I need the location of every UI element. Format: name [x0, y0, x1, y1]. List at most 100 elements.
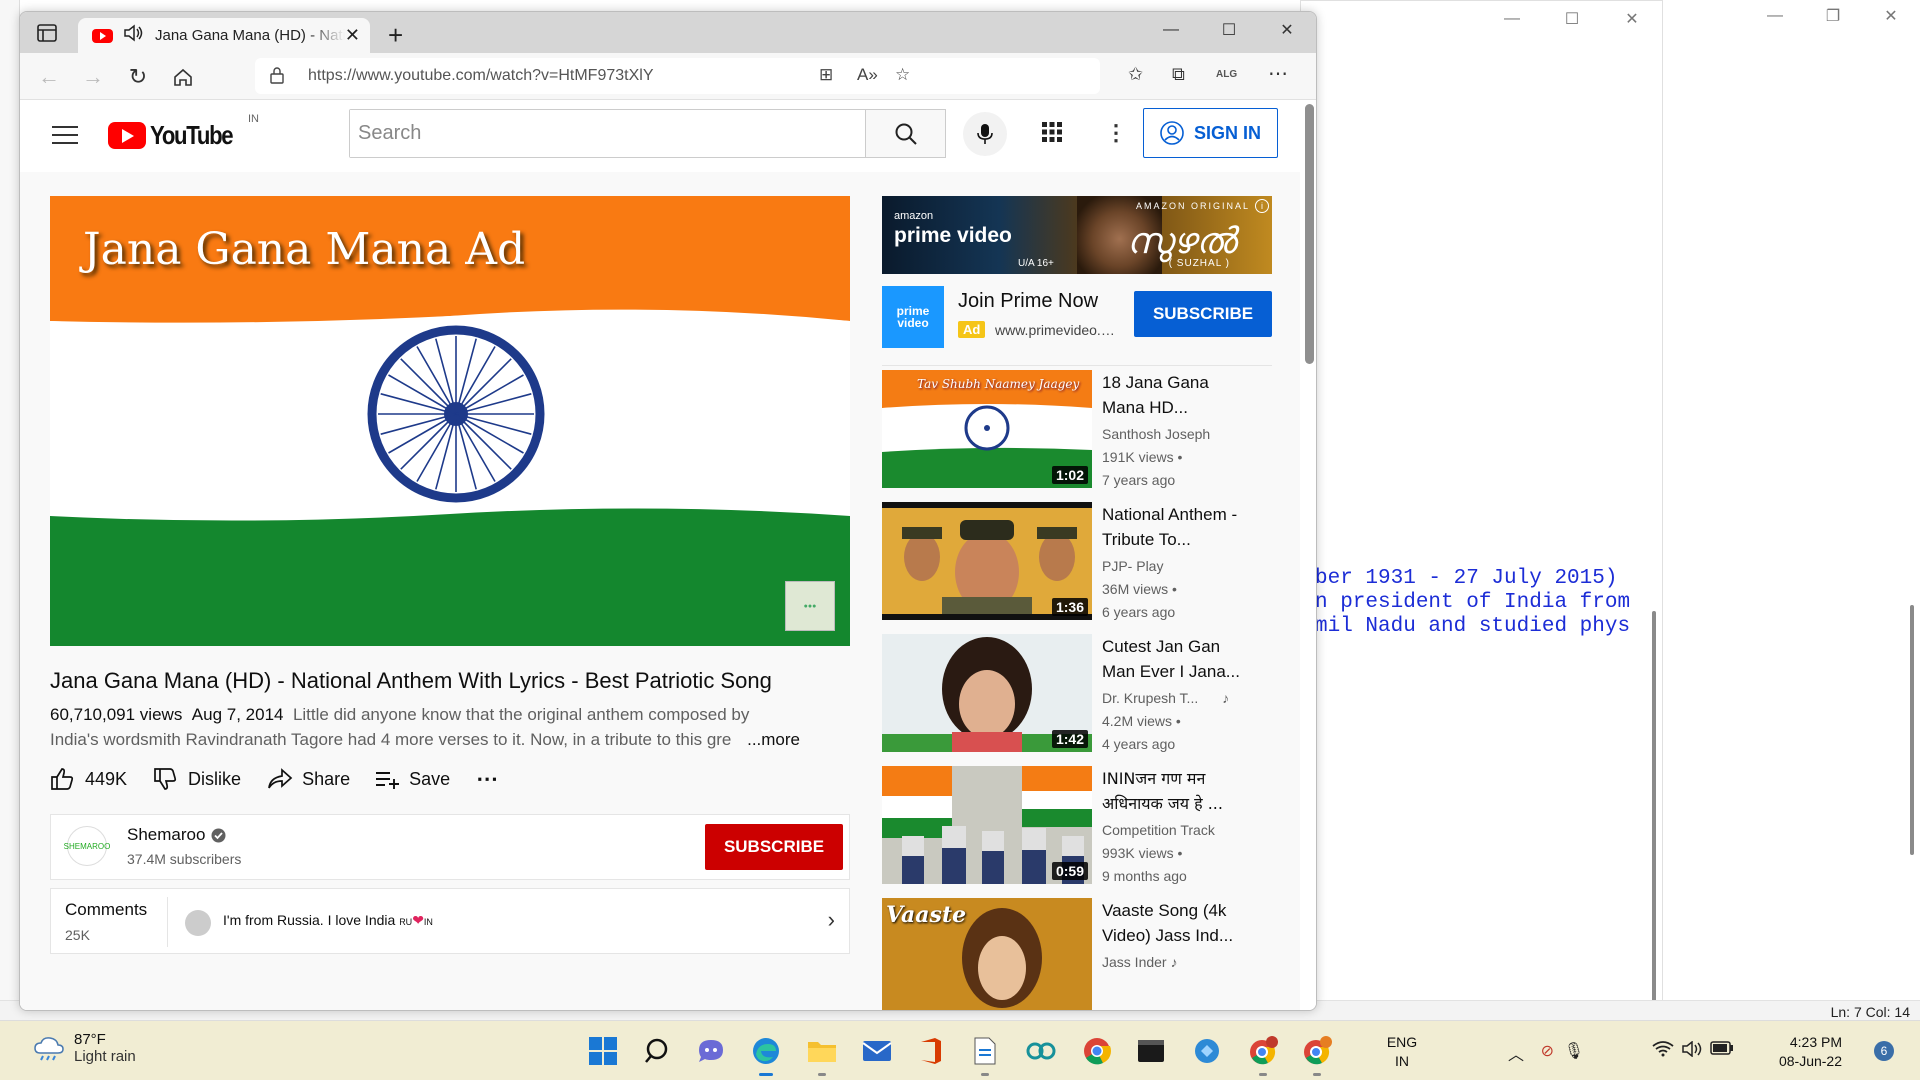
video-thumbnail[interactable]: Tav Shubh Naamey Jaagey 1:02: [882, 370, 1092, 488]
account-icon: [1160, 121, 1184, 145]
minimize-icon[interactable]: —: [1482, 1, 1542, 37]
video-thumbnail[interactable]: 1:36: [882, 502, 1092, 620]
notification-badge[interactable]: 6: [1874, 1041, 1894, 1061]
share-button[interactable]: Share: [267, 768, 350, 790]
forward-icon[interactable]: →: [80, 64, 106, 90]
close-icon[interactable]: ✕: [1602, 1, 1662, 37]
refresh-icon[interactable]: ↻: [125, 64, 151, 90]
remote-app-icon[interactable]: [1190, 1034, 1224, 1068]
more-actions-icon[interactable]: ⋯: [476, 766, 498, 792]
battery-icon[interactable]: [1710, 1041, 1734, 1060]
upload-age: 9 months ago: [1102, 868, 1187, 884]
minimize-icon[interactable]: —: [1142, 12, 1200, 48]
video-duration: 0:59: [1051, 862, 1088, 880]
arduino-icon[interactable]: [1024, 1034, 1058, 1068]
wifi-icon[interactable]: [1652, 1041, 1674, 1062]
video-duration: 1:36: [1051, 598, 1088, 616]
chat-icon[interactable]: [694, 1034, 728, 1068]
page-scrollbar[interactable]: [1305, 104, 1314, 364]
maximize-icon[interactable]: ☐: [1542, 1, 1602, 37]
file-explorer-icon[interactable]: [805, 1034, 839, 1076]
like-button[interactable]: 449K: [50, 767, 127, 791]
search-input[interactable]: [350, 110, 865, 157]
close-tab-icon[interactable]: ✕: [345, 25, 360, 46]
clock[interactable]: 4:23 PM 08-Jun-22: [1779, 1033, 1842, 1071]
office-icon[interactable]: [914, 1034, 948, 1068]
channel-avatar[interactable]: SHEMAROO: [64, 826, 110, 866]
url-field[interactable]: https://www.youtube.com/watch?v=HtMF973t…: [255, 58, 1100, 94]
collections-icon[interactable]: ⧉: [1172, 64, 1185, 85]
search-button[interactable]: [866, 109, 946, 158]
video-description[interactable]: 60,710,091 views Aug 7, 2014 Little did …: [50, 702, 820, 752]
recommended-video[interactable]: Tav Shubh Naamey Jaagey 1:02 18 Jana Gan…: [882, 370, 1282, 490]
tab-actions-icon[interactable]: [34, 21, 60, 45]
subscribe-button[interactable]: SUBSCRIBE: [705, 824, 843, 870]
close-icon[interactable]: ✕: [1258, 12, 1316, 48]
video-title: Vaaste Song (4k Video) Jass Ind...: [1102, 901, 1234, 945]
search-icon[interactable]: [640, 1034, 674, 1068]
comments-teaser[interactable]: Comments 25K I'm from Russia. I love Ind…: [50, 888, 850, 954]
chrome-profile-icon[interactable]: [1300, 1034, 1334, 1076]
video-thumbnail[interactable]: 0:59: [882, 766, 1092, 884]
promoted-ad[interactable]: prime video Join Prime Now Ad www.primev…: [882, 286, 1272, 352]
microphone-icon[interactable]: 🎙: [1564, 1041, 1584, 1061]
lock-icon[interactable]: [270, 67, 284, 89]
save-button[interactable]: Save: [376, 769, 450, 790]
app-available-icon[interactable]: ⊞: [819, 65, 833, 85]
chrome-profile-icon[interactable]: [1246, 1034, 1280, 1076]
home-icon[interactable]: [170, 64, 196, 90]
more-options-icon[interactable]: ⋮: [1105, 120, 1127, 146]
close-icon[interactable]: ✕: [1862, 0, 1920, 32]
add-favorite-icon[interactable]: ☆: [895, 65, 910, 85]
restore-icon[interactable]: ❐: [1804, 0, 1862, 32]
terminal-icon[interactable]: [1134, 1034, 1168, 1068]
recommended-video[interactable]: 0:59 ININजन गण मन अधिनायक जय हे ... Comp…: [882, 766, 1282, 886]
info-icon[interactable]: i: [1255, 199, 1269, 213]
display-ad-banner[interactable]: amazon prime video AMAZON ORIGINAL സുഴൽ (…: [882, 196, 1272, 274]
extension-icon[interactable]: ALG: [1216, 69, 1237, 80]
document-app-icon[interactable]: [968, 1034, 1002, 1076]
recommended-video[interactable]: 1:42 Cutest Jan Gan Man Ever I Jana... D…: [882, 634, 1282, 754]
menu-icon[interactable]: [52, 126, 78, 144]
read-aloud-icon[interactable]: A»: [857, 65, 878, 85]
browser-tab[interactable]: Jana Gana Mana (HD) - National Anthem Wi…: [78, 18, 370, 53]
recommended-video[interactable]: 1:36 National Anthem - Tribute To... PJP…: [882, 502, 1282, 622]
favorites-icon[interactable]: ✩: [1128, 64, 1143, 85]
youtube-logo[interactable]: YouTube IN: [108, 113, 259, 151]
maximize-icon[interactable]: ☐: [1200, 12, 1258, 48]
language-indicator[interactable]: ENG IN: [1382, 1033, 1422, 1071]
edge-browser-icon[interactable]: [749, 1034, 783, 1076]
scrollbar[interactable]: [1910, 605, 1914, 855]
start-icon[interactable]: [586, 1034, 620, 1068]
country-code: IN: [248, 113, 259, 125]
back-icon[interactable]: ←: [36, 64, 62, 90]
weather-widget[interactable]: 87°F Light rain: [34, 1031, 136, 1065]
music-note-icon: ♪: [1170, 954, 1178, 970]
video-duration: 1:02: [1051, 466, 1088, 484]
dislike-button[interactable]: Dislike: [153, 767, 241, 791]
video-thumbnail[interactable]: Vaaste: [882, 898, 1092, 1010]
promo-subscribe-button[interactable]: SUBSCRIBE: [1134, 291, 1272, 337]
channel-name-row[interactable]: Shemaroo: [127, 825, 226, 845]
scrollbar[interactable]: [1652, 611, 1656, 1006]
chevron-right-icon[interactable]: ›: [828, 907, 835, 933]
settings-more-icon[interactable]: ⋯: [1268, 61, 1288, 86]
mail-icon[interactable]: [860, 1034, 894, 1068]
search-box[interactable]: [349, 109, 866, 158]
video-player[interactable]: Jana Gana Mana Ad ●●●: [50, 196, 850, 646]
show-more-link[interactable]: ...more: [743, 727, 800, 752]
dislike-label: Dislike: [188, 768, 242, 789]
video-thumbnail[interactable]: 1:42: [882, 634, 1092, 752]
network-alert-icon[interactable]: ⊘: [1541, 1041, 1554, 1061]
recommended-video[interactable]: Vaaste Vaaste Song (4k Video) Jass Ind..…: [882, 898, 1282, 1010]
volume-icon[interactable]: [1682, 1040, 1704, 1062]
new-tab-icon[interactable]: +: [388, 20, 403, 51]
flag-in: IN: [423, 917, 433, 927]
chrome-icon[interactable]: [1080, 1034, 1114, 1068]
minimize-icon[interactable]: —: [1746, 0, 1804, 32]
chevron-up-icon[interactable]: ︿: [1508, 1041, 1524, 1065]
voice-search-button[interactable]: [963, 112, 1007, 156]
youtube-apps-icon[interactable]: [1042, 122, 1062, 147]
sign-in-button[interactable]: SIGN IN: [1143, 108, 1278, 158]
speaker-icon[interactable]: [123, 24, 145, 47]
